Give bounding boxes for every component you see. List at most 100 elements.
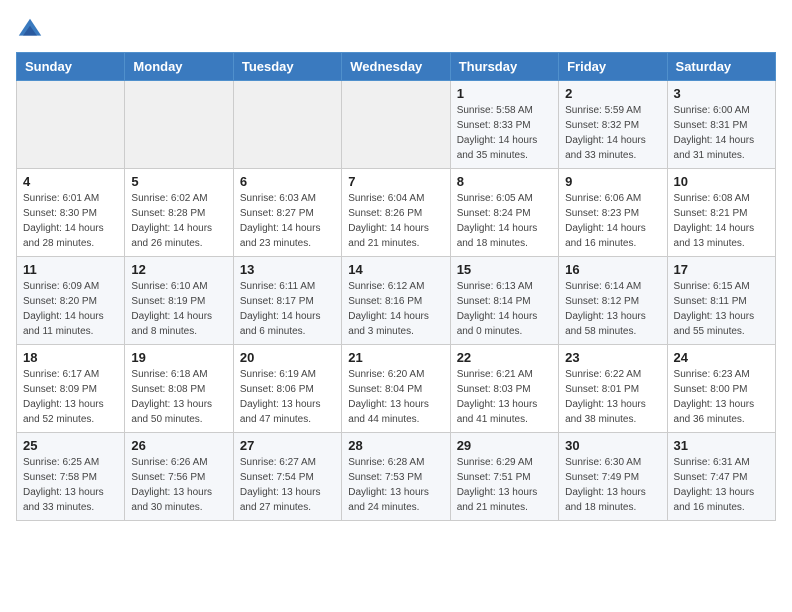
logo-icon <box>16 16 44 44</box>
day-number: 13 <box>240 262 335 277</box>
day-number: 3 <box>674 86 769 101</box>
calendar-table: Sunday Monday Tuesday Wednesday Thursday… <box>16 52 776 521</box>
day-info: Sunrise: 6:04 AM Sunset: 8:26 PM Dayligh… <box>348 191 443 251</box>
calendar-cell: 28Sunrise: 6:28 AM Sunset: 7:53 PM Dayli… <box>342 433 450 521</box>
day-number: 22 <box>457 350 552 365</box>
day-number: 21 <box>348 350 443 365</box>
calendar-cell: 31 Sunrise: 6:31 AM Sunset: 7:47 PM Dayli… <box>667 433 775 521</box>
calendar-cell: 9 Sunrise: 6:06 AM Sunset: 8:23 PM Daylig… <box>559 169 667 257</box>
calendar-cell: 17 Sunrise: 6:15 AM Sunset: 8:11 PM Dayli… <box>667 257 775 345</box>
logo <box>16 16 48 44</box>
day-info: Sunrise: 5:58 AM Sunset: 8:33 PM Dayligh… <box>457 103 552 163</box>
day-info: Sunrise: 6:21 AM Sunset: 8:03 PM Dayligh… <box>457 367 552 427</box>
day-number: 18 <box>23 350 118 365</box>
day-number: 26 <box>131 438 226 453</box>
calendar-cell: 12Sunrise: 6:10 AM Sunset: 8:19 PM Dayli… <box>125 257 233 345</box>
calendar-week-row: 4 Sunrise: 6:01 AM Sunset: 8:30 PM Daylig… <box>17 169 776 257</box>
day-number: 25 <box>23 438 118 453</box>
day-info: Sunrise: 6:00 AM Sunset: 8:31 PM Dayligh… <box>674 103 769 163</box>
calendar-week-row: 18 Sunrise: 6:17 AM Sunset: 8:09 PM Dayli… <box>17 345 776 433</box>
day-number: 8 <box>457 174 552 189</box>
day-number: 10 <box>674 174 769 189</box>
day-info: Sunrise: 6:03 AM Sunset: 8:27 PM Dayligh… <box>240 191 335 251</box>
header-sunday: Sunday <box>17 53 125 81</box>
day-info: Sunrise: 6:14 AM Sunset: 8:12 PM Dayligh… <box>565 279 660 339</box>
day-info: Sunrise: 5:59 AM Sunset: 8:32 PM Dayligh… <box>565 103 660 163</box>
calendar-cell: 24 Sunrise: 6:23 AM Sunset: 8:00 PM Dayli… <box>667 345 775 433</box>
day-number: 11 <box>23 262 118 277</box>
day-info: Sunrise: 6:09 AM Sunset: 8:20 PM Dayligh… <box>23 279 118 339</box>
day-info: Sunrise: 6:10 AM Sunset: 8:19 PM Dayligh… <box>131 279 226 339</box>
header-wednesday: Wednesday <box>342 53 450 81</box>
day-info: Sunrise: 6:22 AM Sunset: 8:01 PM Dayligh… <box>565 367 660 427</box>
header-friday: Friday <box>559 53 667 81</box>
calendar-cell: 1Sunrise: 5:58 AM Sunset: 8:33 PM Daylig… <box>450 81 558 169</box>
day-info: Sunrise: 6:17 AM Sunset: 8:09 PM Dayligh… <box>23 367 118 427</box>
day-number: 23 <box>565 350 660 365</box>
day-info: Sunrise: 6:25 AM Sunset: 7:58 PM Dayligh… <box>23 455 118 515</box>
calendar-week-row: 25 Sunrise: 6:25 AM Sunset: 7:58 PM Dayli… <box>17 433 776 521</box>
day-info: Sunrise: 6:06 AM Sunset: 8:23 PM Dayligh… <box>565 191 660 251</box>
calendar-week-row: 1Sunrise: 5:58 AM Sunset: 8:33 PM Daylig… <box>17 81 776 169</box>
calendar-cell: 25 Sunrise: 6:25 AM Sunset: 7:58 PM Dayli… <box>17 433 125 521</box>
calendar-cell: 19 Sunrise: 6:18 AM Sunset: 8:08 PM Dayli… <box>125 345 233 433</box>
calendar-cell: 2 Sunrise: 5:59 AM Sunset: 8:32 PM Daylig… <box>559 81 667 169</box>
day-info: Sunrise: 6:28 AM Sunset: 7:53 PM Dayligh… <box>348 455 443 515</box>
day-info: Sunrise: 6:08 AM Sunset: 8:21 PM Dayligh… <box>674 191 769 251</box>
day-number: 4 <box>23 174 118 189</box>
calendar-cell <box>342 81 450 169</box>
day-info: Sunrise: 6:01 AM Sunset: 8:30 PM Dayligh… <box>23 191 118 251</box>
calendar-cell <box>125 81 233 169</box>
day-number: 2 <box>565 86 660 101</box>
day-info: Sunrise: 6:20 AM Sunset: 8:04 PM Dayligh… <box>348 367 443 427</box>
calendar-cell: 14 Sunrise: 6:12 AM Sunset: 8:16 PM Dayli… <box>342 257 450 345</box>
day-info: Sunrise: 6:12 AM Sunset: 8:16 PM Dayligh… <box>348 279 443 339</box>
calendar-cell: 7 Sunrise: 6:04 AM Sunset: 8:26 PM Daylig… <box>342 169 450 257</box>
day-number: 9 <box>565 174 660 189</box>
day-info: Sunrise: 6:29 AM Sunset: 7:51 PM Dayligh… <box>457 455 552 515</box>
day-number: 17 <box>674 262 769 277</box>
calendar-cell: 29 Sunrise: 6:29 AM Sunset: 7:51 PM Dayli… <box>450 433 558 521</box>
day-info: Sunrise: 6:11 AM Sunset: 8:17 PM Dayligh… <box>240 279 335 339</box>
day-info: Sunrise: 6:19 AM Sunset: 8:06 PM Dayligh… <box>240 367 335 427</box>
day-number: 30 <box>565 438 660 453</box>
calendar-cell: 4 Sunrise: 6:01 AM Sunset: 8:30 PM Daylig… <box>17 169 125 257</box>
day-number: 29 <box>457 438 552 453</box>
day-info: Sunrise: 6:26 AM Sunset: 7:56 PM Dayligh… <box>131 455 226 515</box>
calendar-cell: 3 Sunrise: 6:00 AM Sunset: 8:31 PM Daylig… <box>667 81 775 169</box>
day-info: Sunrise: 6:27 AM Sunset: 7:54 PM Dayligh… <box>240 455 335 515</box>
calendar-cell: 27Sunrise: 6:27 AM Sunset: 7:54 PM Dayli… <box>233 433 341 521</box>
header-tuesday: Tuesday <box>233 53 341 81</box>
calendar-cell: 20 Sunrise: 6:19 AM Sunset: 8:06 PM Dayli… <box>233 345 341 433</box>
day-info: Sunrise: 6:15 AM Sunset: 8:11 PM Dayligh… <box>674 279 769 339</box>
calendar-cell: 6 Sunrise: 6:03 AM Sunset: 8:27 PM Daylig… <box>233 169 341 257</box>
calendar-cell: 23 Sunrise: 6:22 AM Sunset: 8:01 PM Dayli… <box>559 345 667 433</box>
day-number: 19 <box>131 350 226 365</box>
calendar-cell: 21 Sunrise: 6:20 AM Sunset: 8:04 PM Dayli… <box>342 345 450 433</box>
calendar-cell: 22 Sunrise: 6:21 AM Sunset: 8:03 PM Dayli… <box>450 345 558 433</box>
page-header <box>16 16 776 44</box>
calendar-cell: 8 Sunrise: 6:05 AM Sunset: 8:24 PM Daylig… <box>450 169 558 257</box>
calendar-cell: 16 Sunrise: 6:14 AM Sunset: 8:12 PM Dayli… <box>559 257 667 345</box>
day-number: 20 <box>240 350 335 365</box>
day-number: 14 <box>348 262 443 277</box>
day-info: Sunrise: 6:18 AM Sunset: 8:08 PM Dayligh… <box>131 367 226 427</box>
day-info: Sunrise: 6:23 AM Sunset: 8:00 PM Dayligh… <box>674 367 769 427</box>
calendar-cell <box>233 81 341 169</box>
day-info: Sunrise: 6:05 AM Sunset: 8:24 PM Dayligh… <box>457 191 552 251</box>
day-number: 15 <box>457 262 552 277</box>
day-number: 6 <box>240 174 335 189</box>
header-saturday: Saturday <box>667 53 775 81</box>
day-number: 16 <box>565 262 660 277</box>
header-thursday: Thursday <box>450 53 558 81</box>
day-info: Sunrise: 6:31 AM Sunset: 7:47 PM Dayligh… <box>674 455 769 515</box>
calendar-cell: 30 Sunrise: 6:30 AM Sunset: 7:49 PM Dayli… <box>559 433 667 521</box>
day-number: 24 <box>674 350 769 365</box>
day-info: Sunrise: 6:30 AM Sunset: 7:49 PM Dayligh… <box>565 455 660 515</box>
header-monday: Monday <box>125 53 233 81</box>
calendar-cell: 5Sunrise: 6:02 AM Sunset: 8:28 PM Daylig… <box>125 169 233 257</box>
day-number: 31 <box>674 438 769 453</box>
calendar-cell: 15Sunrise: 6:13 AM Sunset: 8:14 PM Dayli… <box>450 257 558 345</box>
day-number: 7 <box>348 174 443 189</box>
calendar-cell: 26 Sunrise: 6:26 AM Sunset: 7:56 PM Dayli… <box>125 433 233 521</box>
